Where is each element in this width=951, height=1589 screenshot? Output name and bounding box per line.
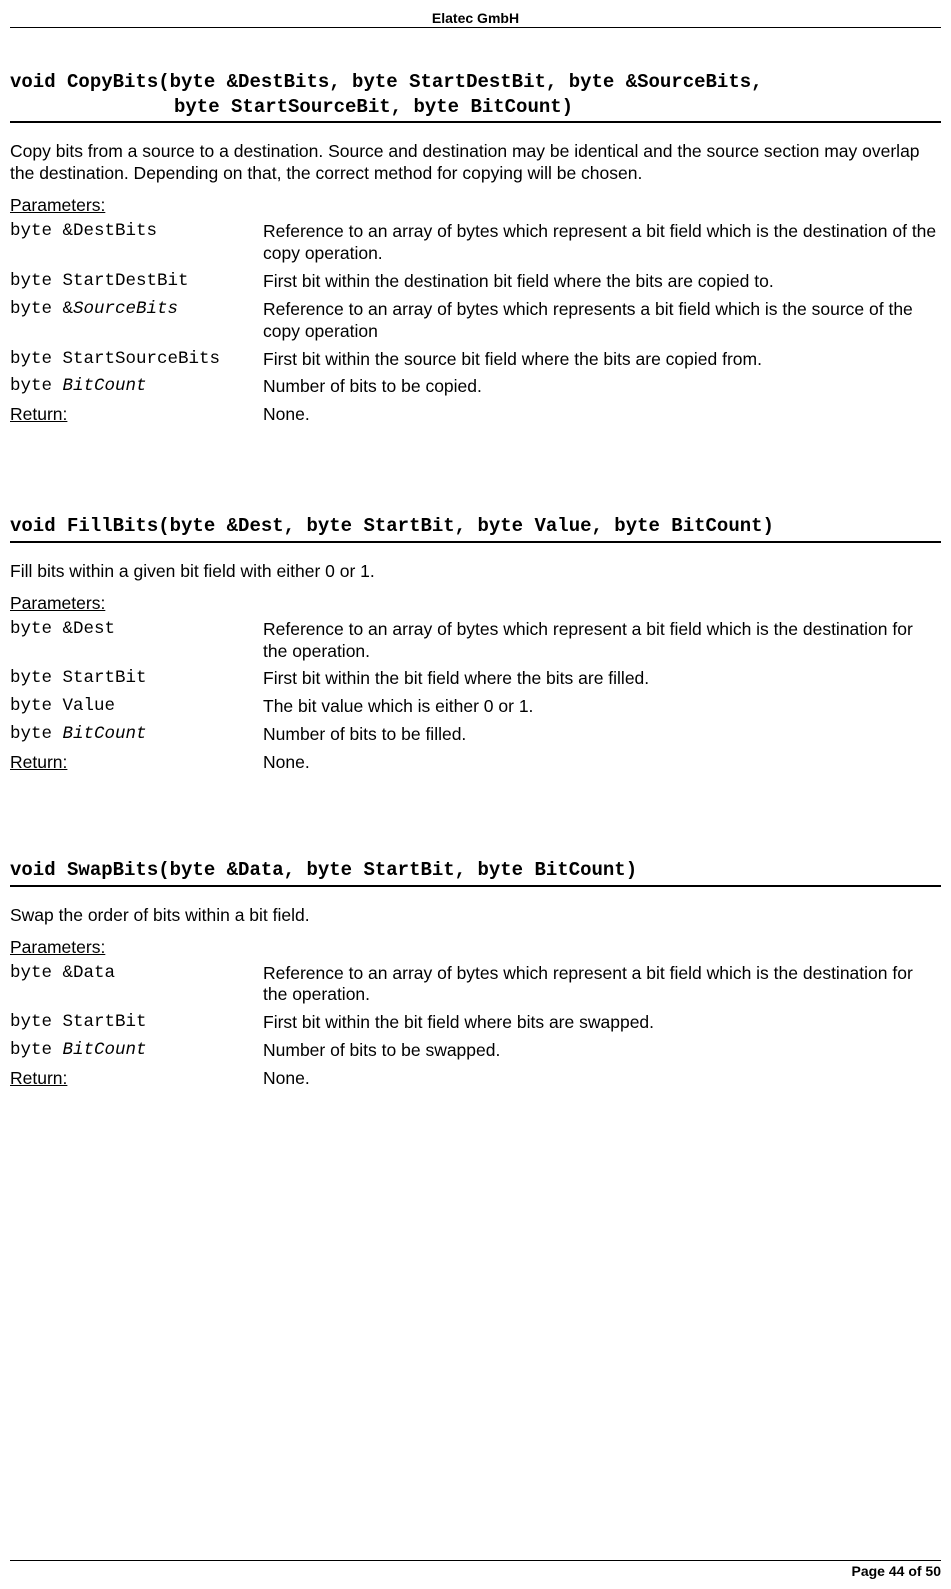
func-copybits-signature: void CopyBits(byte &DestBits, byte Start…: [10, 70, 941, 123]
param-desc: Reference to an array of bytes which rep…: [263, 963, 941, 1007]
param-name: byte &DestBits: [10, 221, 263, 243]
param-row: byte &Dest Reference to an array of byte…: [10, 619, 941, 663]
param-desc: First bit within the bit field where the…: [263, 668, 941, 690]
return-value: None.: [263, 752, 941, 774]
param-name: byte BitCount: [10, 376, 263, 398]
param-row: byte &SourceBits Reference to an array o…: [10, 299, 941, 343]
param-name: byte &Data: [10, 963, 263, 985]
return-label: Return:: [10, 752, 263, 774]
param-row: byte StartBit First bit within the bit f…: [10, 1012, 941, 1034]
param-row: byte BitCount Number of bits to be fille…: [10, 724, 941, 746]
func-swapbits-signature: void SwapBits(byte &Data, byte StartBit,…: [10, 858, 941, 887]
page-header: Elatec GmbH: [10, 10, 941, 28]
return-value: None.: [263, 1068, 941, 1090]
func-copybits-desc: Copy bits from a source to a destination…: [10, 141, 941, 185]
param-name: byte &SourceBits: [10, 299, 263, 321]
param-row: byte &DestBits Reference to an array of …: [10, 221, 941, 265]
page-number: Page 44 of 50: [852, 1563, 942, 1579]
param-desc: Number of bits to be copied.: [263, 376, 941, 398]
sig-line: void FillBits(byte &Dest, byte StartBit,…: [10, 514, 941, 539]
param-desc: Reference to an array of bytes which rep…: [263, 221, 941, 265]
param-desc: Reference to an array of bytes which rep…: [263, 299, 941, 343]
page-content: void CopyBits(byte &DestBits, byte Start…: [10, 28, 941, 1090]
sig-line2: byte StartSourceBit, byte BitCount): [10, 95, 941, 120]
param-name: byte BitCount: [10, 724, 263, 746]
param-desc: The bit value which is either 0 or 1.: [263, 696, 941, 718]
param-name: byte &Dest: [10, 619, 263, 641]
param-desc: First bit within the source bit field wh…: [263, 349, 941, 371]
param-row: byte Value The bit value which is either…: [10, 696, 941, 718]
page-footer: Page 44 of 50: [10, 1560, 941, 1579]
param-desc: Number of bits to be swapped.: [263, 1040, 941, 1062]
sig-line: void SwapBits(byte &Data, byte StartBit,…: [10, 858, 941, 883]
param-row: byte BitCount Number of bits to be swapp…: [10, 1040, 941, 1062]
param-name: byte StartBit: [10, 1012, 263, 1034]
company-name: Elatec GmbH: [432, 10, 519, 26]
param-row: byte BitCount Number of bits to be copie…: [10, 376, 941, 398]
param-name: byte StartBit: [10, 668, 263, 690]
param-name: byte BitCount: [10, 1040, 263, 1062]
return-label: Return:: [10, 1068, 263, 1090]
params-header: Parameters:: [10, 195, 941, 216]
param-name: byte Value: [10, 696, 263, 718]
params-header: Parameters:: [10, 937, 941, 958]
param-row: byte StartDestBit First bit within the d…: [10, 271, 941, 293]
func-fillbits-desc: Fill bits within a given bit field with …: [10, 561, 941, 583]
return-row: Return: None.: [10, 404, 941, 426]
param-row: byte &Data Reference to an array of byte…: [10, 963, 941, 1007]
param-desc: First bit within the bit field where bit…: [263, 1012, 941, 1034]
param-desc: Reference to an array of bytes which rep…: [263, 619, 941, 663]
return-row: Return: None.: [10, 1068, 941, 1090]
param-name: byte StartSourceBits: [10, 349, 263, 371]
param-row: byte StartSourceBits First bit within th…: [10, 349, 941, 371]
return-row: Return: None.: [10, 752, 941, 774]
func-fillbits-signature: void FillBits(byte &Dest, byte StartBit,…: [10, 514, 941, 543]
param-desc: Number of bits to be filled.: [263, 724, 941, 746]
func-swapbits-desc: Swap the order of bits within a bit fiel…: [10, 905, 941, 927]
param-row: byte StartBit First bit within the bit f…: [10, 668, 941, 690]
return-label: Return:: [10, 404, 263, 426]
param-desc: First bit within the destination bit fie…: [263, 271, 941, 293]
param-name: byte StartDestBit: [10, 271, 263, 293]
sig-line1: void CopyBits(byte &DestBits, byte Start…: [10, 70, 941, 95]
params-header: Parameters:: [10, 593, 941, 614]
return-value: None.: [263, 404, 941, 426]
